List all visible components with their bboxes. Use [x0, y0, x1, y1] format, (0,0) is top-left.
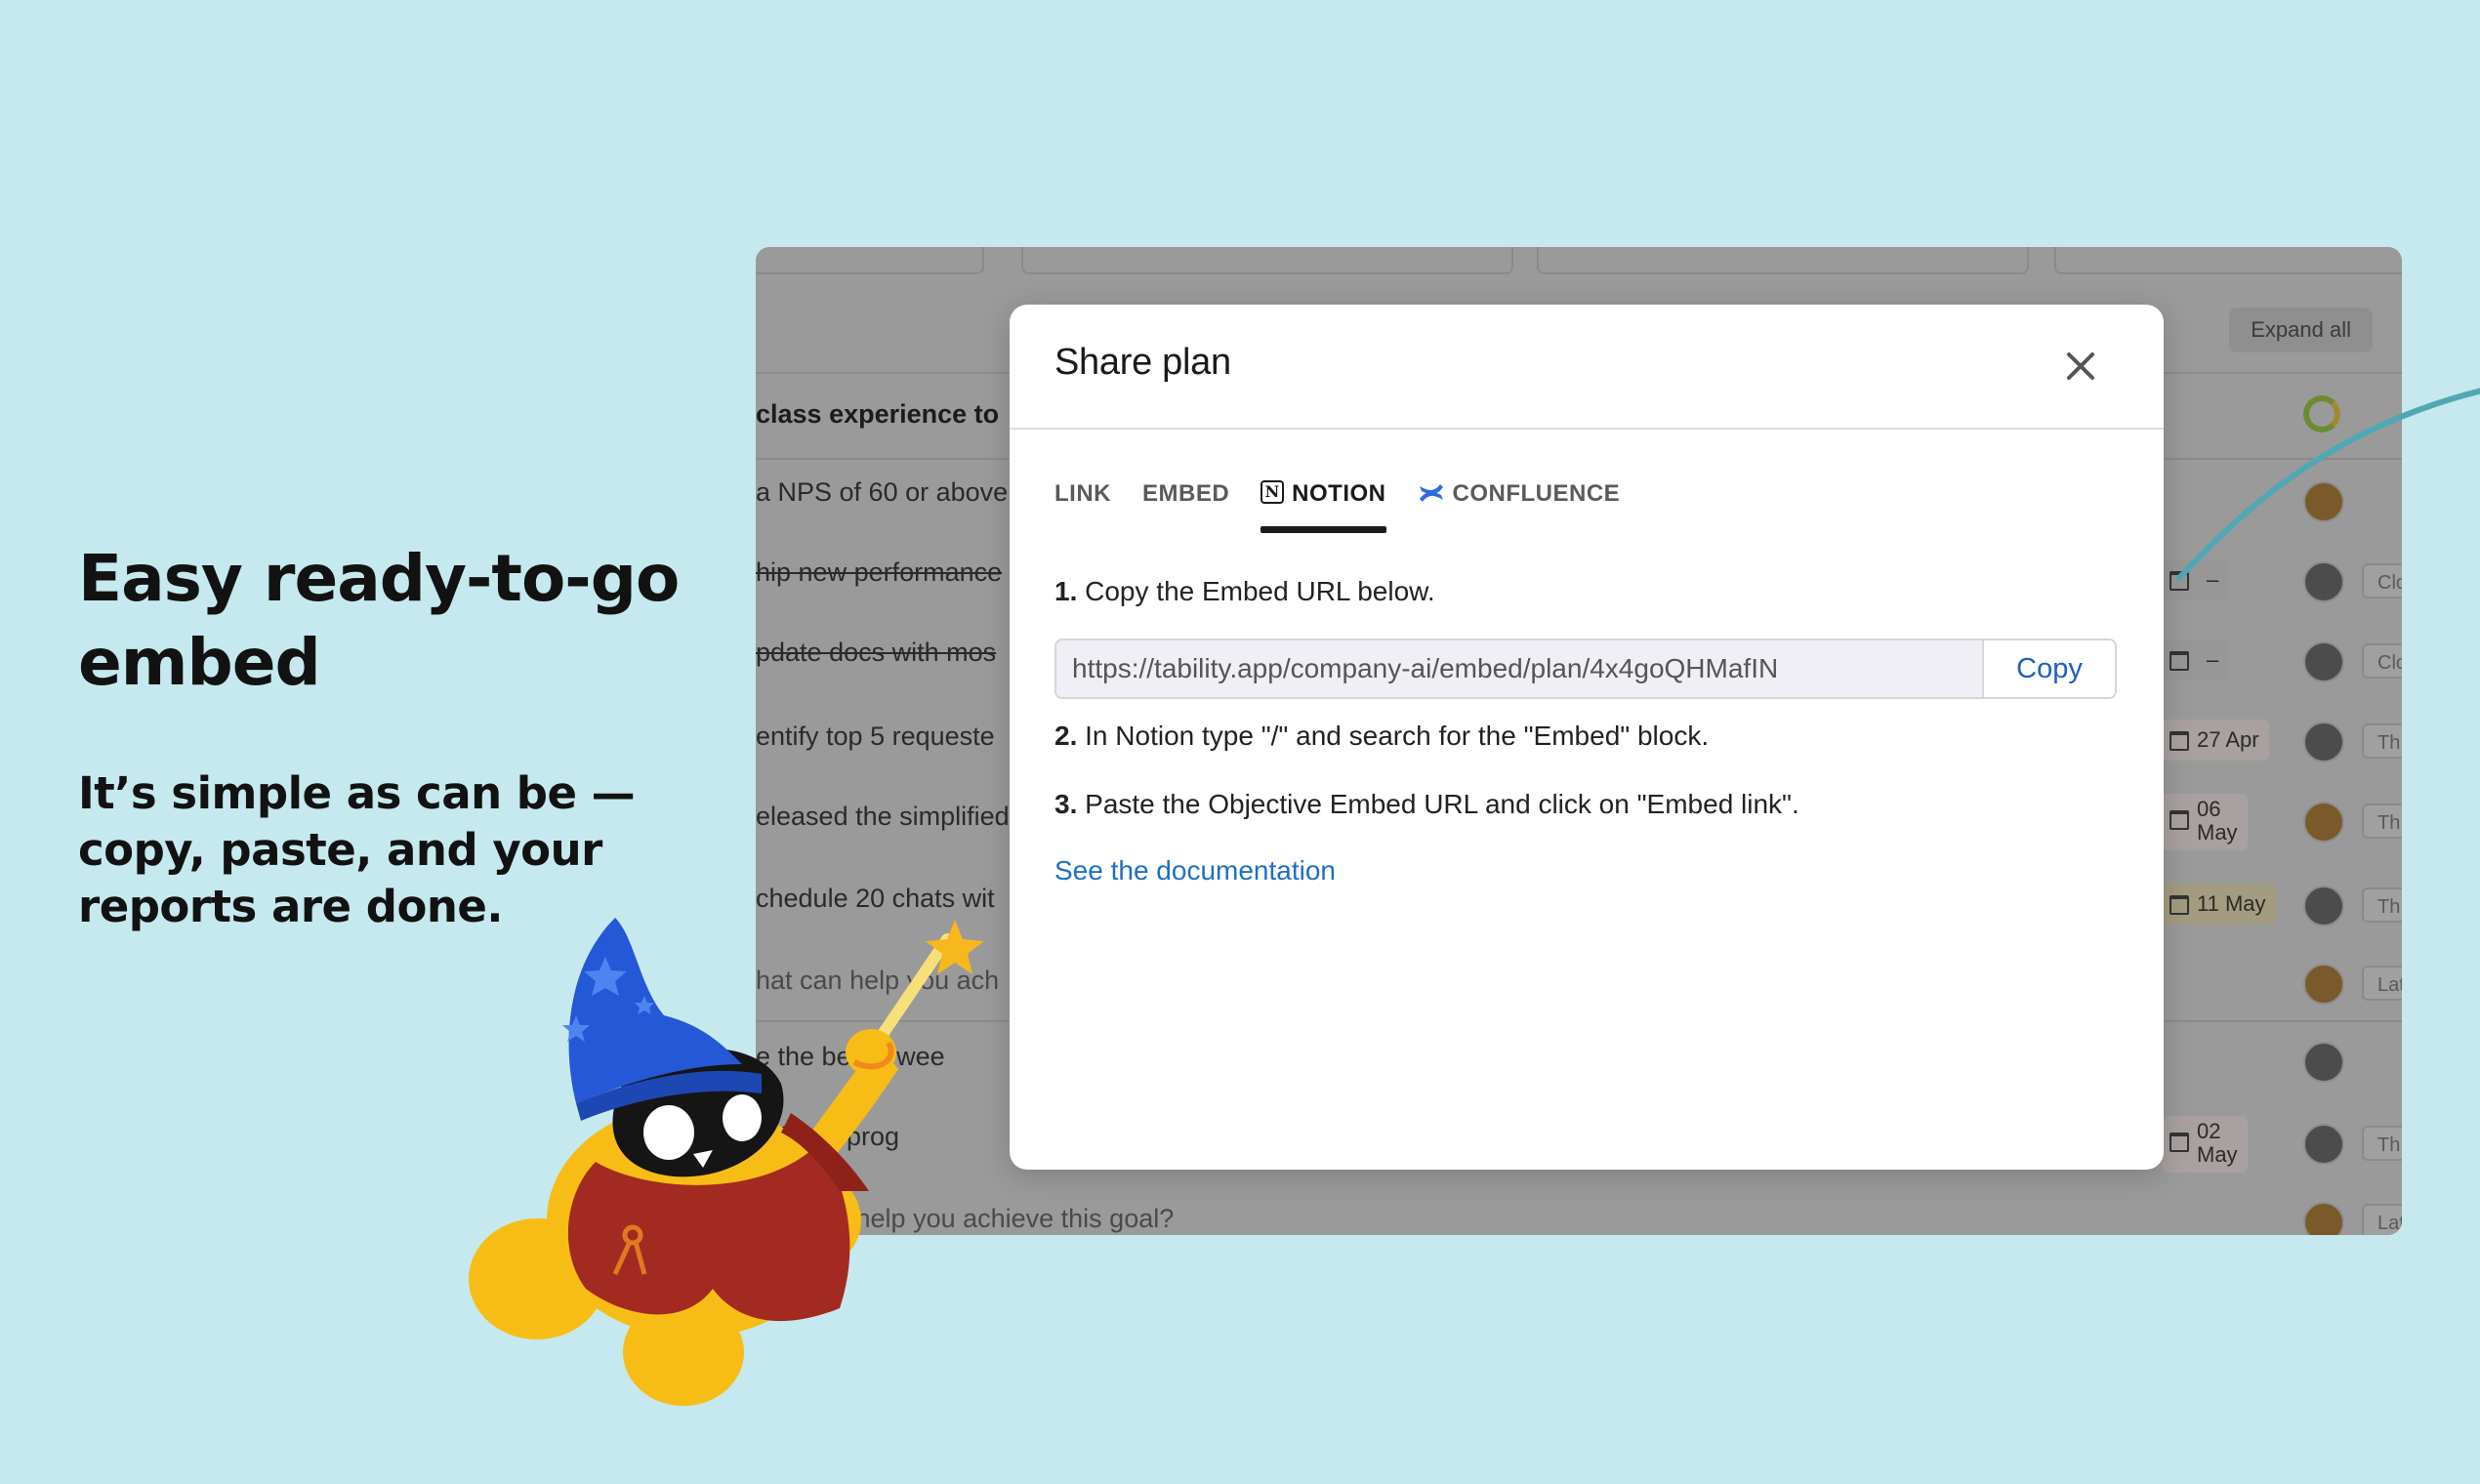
tab-notion[interactable]: N NOTION — [1261, 478, 1386, 533]
status-pill: Th — [2362, 804, 2402, 839]
avatar — [2303, 721, 2344, 763]
avatar — [2303, 1124, 2344, 1165]
share-tabs: LINK EMBED N NOTION CONFLUENCE — [1054, 478, 1620, 537]
calendar-icon — [2170, 651, 2189, 672]
due-date-text: – — [2207, 647, 2219, 672]
due-date-month: May — [2197, 820, 2238, 845]
modal-title: Share plan — [1054, 342, 1231, 383]
status-pill: Th — [2362, 887, 2402, 923]
due-date-day: 06 — [2197, 797, 2221, 821]
modal-header: Share plan — [1010, 305, 2164, 430]
hero-subtitle-line1: It’s simple as can be — — [78, 767, 636, 819]
due-date-day: 02 — [2197, 1119, 2221, 1143]
avatar — [2303, 886, 2344, 927]
embed-url-field: Copy — [1054, 639, 2117, 699]
tab-label: CONFLUENCE — [1452, 480, 1621, 507]
documentation-link[interactable]: See the documentation — [1054, 855, 1336, 886]
calendar-icon — [2170, 895, 2189, 916]
status-pill: Th — [2362, 1126, 2402, 1161]
calendar-icon — [2170, 810, 2189, 831]
key-result-row[interactable]: entify top 5 requeste — [756, 721, 995, 752]
tab-label: EMBED — [1142, 480, 1230, 507]
due-date-badge: 02 May — [2162, 1116, 2248, 1173]
hero-subtitle-line3: reports are done. — [78, 881, 504, 932]
status-pill: Th — [2362, 723, 2402, 759]
step-2: 2. In Notion type "/" and search for the… — [1054, 721, 1709, 752]
hero-title-line2: embed — [78, 625, 321, 700]
step-number: 3. — [1054, 789, 1078, 819]
avatar — [2303, 964, 2344, 1005]
key-result-row[interactable]: eleased the simplified — [756, 802, 1010, 832]
column-header-box — [2054, 247, 2402, 274]
embed-url-input[interactable] — [1056, 640, 1982, 697]
step-1: 1. Copy the Embed URL below. — [1054, 576, 1435, 607]
key-result-row[interactable]: a NPS of 60 or above — [756, 477, 1008, 508]
column-header-box — [1537, 247, 2029, 274]
calendar-icon — [2170, 1133, 2189, 1153]
decorative-curve — [2177, 388, 2480, 581]
due-date-text: 11 May — [2197, 891, 2266, 916]
due-date-badge: 27 Apr — [2162, 720, 2269, 761]
due-date-badge: – — [2162, 639, 2229, 680]
hero-title-line1: Easy ready-to-go — [78, 541, 680, 616]
copy-button[interactable]: Copy — [1982, 640, 2115, 697]
close-icon[interactable] — [2064, 350, 2097, 383]
objective-title[interactable]: class experience to — [756, 399, 999, 430]
column-header-box — [756, 247, 984, 274]
hero: Easy ready-to-go embed It’s simple as ca… — [78, 537, 703, 935]
tab-confluence[interactable]: CONFLUENCE — [1418, 478, 1621, 531]
key-result-row[interactable]: pdate docs with mos — [756, 638, 996, 668]
step-text: In Notion type "/" and search for the "E… — [1085, 721, 1710, 751]
avatar — [2303, 1042, 2344, 1083]
hero-title: Easy ready-to-go embed — [78, 537, 703, 705]
due-date-text: 27 Apr — [2197, 727, 2259, 752]
due-date-month: May — [2197, 1142, 2238, 1167]
wizard-mascot-illustration — [469, 918, 984, 1406]
step-text: Paste the Objective Embed URL and click … — [1085, 789, 1799, 819]
confluence-icon — [1418, 480, 1445, 513]
avatar — [2303, 641, 2344, 682]
status-pill: Lat — [2362, 966, 2402, 1001]
step-text: Copy the Embed URL below. — [1085, 576, 1435, 606]
step-3: 3. Paste the Objective Embed URL and cli… — [1054, 789, 1799, 820]
column-header-box — [1021, 247, 1513, 274]
avatar — [2303, 802, 2344, 843]
avatar — [2303, 1202, 2344, 1235]
tab-link[interactable]: LINK — [1054, 478, 1111, 531]
expand-all-button[interactable]: Expand all — [2229, 308, 2373, 352]
due-date-badge: 06 May — [2162, 794, 2248, 850]
key-result-row[interactable]: hip new performance — [756, 557, 1002, 588]
hero-subtitle-line2: copy, paste, and your — [78, 824, 602, 876]
due-date-badge: 11 May — [2162, 884, 2276, 925]
step-number: 2. — [1054, 721, 1078, 751]
tab-embed[interactable]: EMBED — [1142, 478, 1229, 531]
status-pill: Lat — [2362, 1204, 2402, 1235]
tab-label: NOTION — [1292, 480, 1386, 507]
notion-icon: N — [1261, 480, 1285, 504]
status-pill: Clo — [2362, 643, 2402, 679]
calendar-icon — [2170, 731, 2189, 752]
step-number: 1. — [1054, 576, 1078, 606]
tab-label: LINK — [1054, 480, 1111, 507]
share-plan-modal: Share plan LINK EMBED N NOTION CONFLUENCE… — [1010, 305, 2164, 1170]
